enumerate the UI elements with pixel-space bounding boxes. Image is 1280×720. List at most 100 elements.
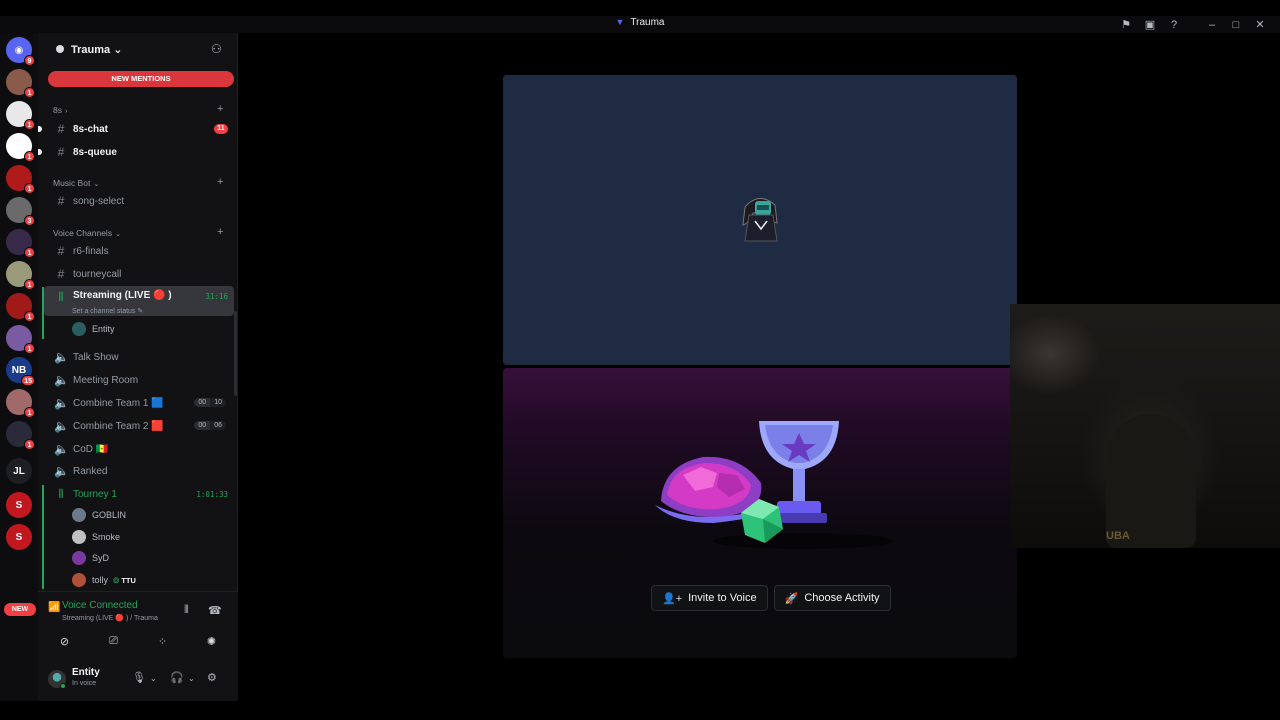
server-badge: 1 [24,439,35,450]
activities-illustration-icon [655,421,893,549]
guild-name[interactable]: Trauma ⌄ [71,43,122,56]
screen-share-icon[interactable]: ⎚ [91,630,136,652]
soundboard-icon[interactable]: ✺ [189,630,234,652]
user-panel: Entity In voice 🎙 ⌄ 🎧 ⌄ ⚙ [38,661,238,701]
disconnect-icon[interactable]: ☎ [208,604,222,617]
chevron-down-icon[interactable]: ⌄ [150,674,157,683]
signal-icon[interactable]: 📶 [48,602,60,613]
server-badge: 1 [24,247,35,258]
discord-home-icon[interactable]: ◉ 9 [6,37,35,66]
speaker-icon: 🔈 [54,373,69,387]
category-8s[interactable]: 8s › [53,105,67,115]
activity-tile: 👤+ Invite to Voice 🚀 Choose Activity [503,368,1017,658]
help-icon[interactable]: ? [1162,16,1186,33]
server-icon[interactable]: 1 [6,69,35,98]
add-channel-icon[interactable]: + [217,226,223,238]
channel-sidebar: Trauma ⌄ ⚇ NEW MENTIONS 8s › + #8s-chat 11… [38,33,238,701]
speaker-icon: 🔈 [54,396,69,410]
chevron-down-icon[interactable]: ⌄ [188,674,195,683]
inbox-icon[interactable]: ▣ [1138,16,1162,33]
category-voice-channels[interactable]: Voice Channels ⌄ [53,228,121,238]
invite-people-icon[interactable]: ⚇ [211,42,222,56]
voice-channel-tourney-1[interactable]: ⦀ Tourney 1 1:01:33 [44,484,234,504]
close-button[interactable]: ✕ [1248,16,1272,33]
server-icon[interactable]: S [6,492,32,518]
voice-channel-cod[interactable]: 🔈 CoD 🇸🇳 [44,439,234,459]
speaker-active-icon: ⦀ [58,290,64,304]
minimize-button[interactable]: – [1200,16,1224,33]
channel-8s-queue[interactable]: #8s-queue [38,142,234,162]
channel-song-select[interactable]: # song-select [44,191,234,211]
server-icon[interactable]: 1 [6,101,35,130]
microphone-icon[interactable]: 🎙 [132,671,146,684]
server-badge: 1 [24,279,35,290]
server-icon[interactable]: 1 [6,389,35,418]
server-icon[interactable]: 3 [6,197,35,226]
add-channel-icon[interactable]: + [217,176,223,188]
voice-channel-talk-show[interactable]: 🔈 Talk Show [44,347,234,367]
voice-timer: 1:01:33 [196,490,228,499]
speaker-icon: 🔈 [54,464,69,478]
voice-channel-combine-team-1[interactable]: 🔈 Combine Team 1 🟦 00 10 [44,393,234,413]
channel-tourneycall[interactable]: # tourneycall [44,264,234,284]
server-icon[interactable]: 1 [6,133,35,162]
headphones-icon[interactable]: 🎧 [170,671,184,684]
window-title: ▼ Trauma [615,17,665,28]
user-video-tile[interactable] [503,75,1017,365]
voice-channel-ranked[interactable]: 🔈 Ranked [44,461,234,481]
voice-user[interactable]: SyD [72,550,109,566]
noise-suppression-icon[interactable]: ⦀ [184,604,189,617]
maximize-button[interactable]: □ [1224,16,1248,33]
channel-8s-chat[interactable]: #8s-chat 11 [38,119,234,139]
pencil-icon: ✎ [137,308,144,315]
hash-icon: # [57,267,65,281]
online-status-icon [60,683,66,689]
username[interactable]: Entity [72,667,100,678]
avatar [72,508,86,522]
server-icon[interactable]: S [6,524,32,550]
server-icon[interactable]: JL [6,458,32,484]
voice-channel-meeting-room[interactable]: 🔈 Meeting Room [44,370,234,390]
voice-connection-panel: 📶 Voice Connected Streaming (LIVE 🔴 ) / … [38,591,238,661]
guild-icon [56,45,64,53]
voice-user[interactable]: Entity [72,321,115,337]
server-icon[interactable]: 1 [6,293,35,322]
sidebar-scrollbar[interactable] [234,311,237,396]
server-icon[interactable]: NB 15 [6,357,35,386]
channel-r6-finals[interactable]: # r6-finals [44,241,234,261]
server-icon[interactable]: 1 [6,421,35,450]
guild-header[interactable]: Trauma ⌄ ⚇ [38,33,238,66]
voice-connected-label[interactable]: Voice Connected [62,600,138,611]
server-icon[interactable]: 1 [6,165,35,194]
server-icon[interactable]: 1 [6,261,35,290]
bottom-letterbox [0,701,1280,720]
voice-user[interactable]: tolly ❂ TTU [72,572,136,588]
mention-badge: 11 [214,124,228,134]
unread-indicator [38,126,42,132]
server-badge: 1 [24,343,35,354]
voice-connected-channel[interactable]: Streaming (LIVE 🔴 ) / Trauma [62,614,158,622]
hash-icon: # [57,122,65,136]
activities-icon[interactable]: ⁘ [140,630,185,652]
guild-shield-icon: ▼ [615,17,625,27]
clan-icon: ❂ [113,575,120,585]
add-channel-icon[interactable]: + [217,103,223,115]
voice-channel-combine-team-2[interactable]: 🔈 Combine Team 2 🟥 00 06 [44,416,234,436]
shirt-text: UBA [1106,530,1130,542]
server-badge: 1 [24,119,35,130]
channel-status[interactable]: Set a channel status ✎ [72,307,143,315]
category-music-bot[interactable]: Music Bot ⌄ [53,178,99,188]
server-icon[interactable]: 1 [6,229,35,258]
voice-user[interactable]: Smoke [72,529,120,545]
server-icon[interactable]: 1 [6,325,35,354]
settings-gear-icon[interactable]: ⚙ [207,671,217,684]
flag-icon[interactable]: ⚑ [1114,16,1138,33]
new-badge[interactable]: NEW [4,603,36,616]
camera-off-icon[interactable]: ⊘ [42,630,87,652]
invite-to-voice-button[interactable]: 👤+ Invite to Voice [651,585,768,611]
voice-user[interactable]: GOBLIN [72,507,126,523]
hash-icon: # [57,145,65,159]
new-mentions-button[interactable]: NEW MENTIONS [48,71,234,87]
choose-activity-button[interactable]: 🚀 Choose Activity [773,585,891,611]
speaker-icon: 🔈 [54,419,69,433]
